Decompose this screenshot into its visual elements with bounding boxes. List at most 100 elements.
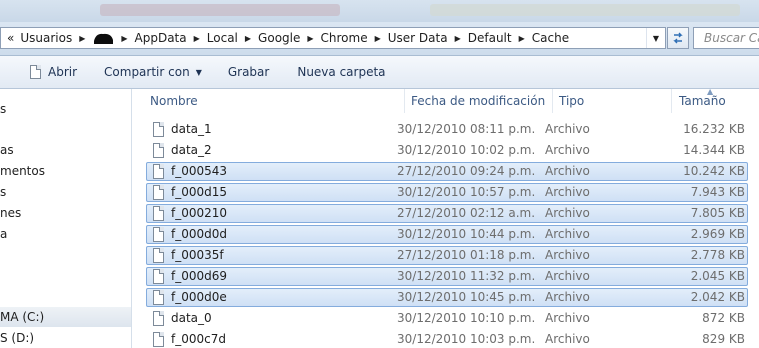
breadcrumb-chrome[interactable]: Chrome — [318, 28, 371, 48]
search-input[interactable]: Buscar Cac — [693, 27, 759, 49]
chevron-right-icon[interactable]: ▶ — [303, 34, 317, 43]
file-type: Archivo — [545, 248, 590, 262]
file-modified: 30/12/2010 10:02 p.m. — [397, 143, 536, 157]
new-folder-button[interactable]: Nueva carpeta — [291, 60, 391, 84]
breadcrumb-redacted-user[interactable] — [89, 28, 117, 48]
file-icon — [153, 122, 164, 137]
chevron-right-icon[interactable]: ▶ — [451, 34, 465, 43]
nav-item[interactable]: a — [0, 224, 7, 244]
breadcrumb-usuarios[interactable]: Usuarios — [17, 28, 75, 48]
chevron-right-icon[interactable]: ▶ — [75, 34, 89, 43]
file-modified: 30/12/2010 10:10 p.m. — [397, 311, 536, 325]
column-divider[interactable] — [671, 89, 672, 113]
burn-button[interactable]: Grabar — [222, 60, 276, 84]
column-header-size[interactable]: Tamaño — [679, 89, 726, 113]
file-row[interactable]: f_000210 27/12/2010 02:12 a.m. Archivo 7.80… — [146, 204, 748, 223]
file-row[interactable]: f_000d69 30/12/2010 11:32 p.m. Archivo 2.04… — [146, 267, 748, 286]
file-row[interactable]: f_000d15 30/12/2010 10:57 p.m. Archivo 7.94… — [146, 183, 748, 202]
document-icon — [30, 65, 41, 79]
nav-item[interactable]: s — [0, 182, 6, 202]
file-modified: 30/12/2010 08:11 p.m. — [397, 122, 536, 136]
file-icon — [153, 143, 164, 158]
file-type: Archivo — [545, 311, 590, 325]
burn-label: Grabar — [227, 65, 270, 79]
file-name: data_1 — [171, 122, 212, 136]
column-header-name[interactable]: Nombre — [150, 89, 198, 113]
chevron-down-icon: ▼ — [652, 33, 660, 43]
file-size: 2.045 KB — [690, 269, 745, 283]
file-modified: 27/12/2010 09:24 p.m. — [397, 164, 536, 178]
nav-item-drive-c[interactable]: MA (C:) — [0, 307, 131, 327]
file-size: 2.042 KB — [690, 290, 745, 304]
share-label: Compartir con — [104, 65, 190, 79]
file-type: Archivo — [545, 290, 590, 304]
breadcrumb-appdata[interactable]: AppData — [132, 28, 190, 48]
nav-item[interactable]: mentos — [0, 161, 45, 181]
column-header-type[interactable]: Tipo — [559, 89, 584, 113]
file-size: 872 KB — [702, 311, 745, 325]
file-list: Nombre Fecha de modificación Tipo Tamaño… — [132, 89, 759, 348]
file-row[interactable]: f_000c7d 30/12/2010 10:03 p.m. Archivo 829 … — [146, 330, 748, 348]
breadcrumb-cache[interactable]: Cache — [529, 28, 572, 48]
file-size: 829 KB — [702, 332, 745, 346]
open-label: Abrir — [48, 65, 78, 79]
address-bar[interactable]: « Usuarios ▶ ▶ AppData ▶ Local ▶ Google … — [0, 27, 666, 49]
file-row[interactable]: data_2 30/12/2010 10:02 p.m. Archivo 14.344… — [146, 141, 748, 160]
file-icon — [153, 311, 164, 326]
chevron-down-icon: ▼ — [195, 67, 202, 77]
file-row[interactable]: data_1 30/12/2010 08:11 p.m. Archivo 16.232… — [146, 120, 748, 139]
file-modified: 30/12/2010 10:44 p.m. — [397, 227, 536, 241]
file-name: f_000d0d — [171, 227, 227, 241]
file-type: Archivo — [545, 185, 590, 199]
breadcrumb-default[interactable]: Default — [465, 28, 515, 48]
file-row[interactable]: f_000543 27/12/2010 09:24 p.m. Archivo 10.2… — [146, 162, 748, 181]
window-title-strip — [0, 0, 759, 22]
chevron-right-icon[interactable]: ▶ — [117, 34, 131, 43]
file-name: f_000210 — [171, 206, 228, 220]
share-with-button[interactable]: Compartir con ▼ — [98, 60, 208, 84]
file-row[interactable]: f_000d0e 30/12/2010 10:45 p.m. Archivo 2.04… — [146, 288, 748, 307]
nav-item[interactable]: nes — [0, 203, 21, 223]
file-icon — [153, 248, 164, 263]
file-name: f_00035f — [171, 248, 224, 262]
file-type: Archivo — [545, 227, 590, 241]
sort-ascending-icon: ▲ — [707, 89, 714, 96]
file-type: Archivo — [545, 332, 590, 346]
overflow-button[interactable]: « — [1, 28, 17, 48]
chevron-right-icon[interactable]: ▶ — [241, 34, 255, 43]
chevron-right-icon[interactable]: ▶ — [190, 34, 204, 43]
breadcrumb-user-data[interactable]: User Data — [385, 28, 451, 48]
chevron-right-icon[interactable]: ▶ — [371, 34, 385, 43]
address-history-dropdown[interactable]: ▼ — [646, 28, 665, 48]
breadcrumb-google[interactable]: Google — [255, 28, 303, 48]
new-folder-label: Nueva carpeta — [297, 65, 386, 79]
refresh-icon — [673, 32, 683, 44]
file-size: 7.805 KB — [690, 206, 745, 220]
file-row[interactable]: f_000d0d 30/12/2010 10:44 p.m. Archivo 2.96… — [146, 225, 748, 244]
column-divider[interactable] — [404, 89, 405, 113]
chevron-right-icon[interactable]: ▶ — [515, 34, 529, 43]
file-modified: 27/12/2010 02:12 a.m. — [397, 206, 536, 220]
file-name: f_000c7d — [171, 332, 226, 346]
file-name: data_0 — [171, 311, 212, 325]
file-name: data_2 — [171, 143, 212, 157]
file-name: f_000543 — [171, 164, 228, 178]
file-modified: 30/12/2010 10:45 p.m. — [397, 290, 536, 304]
file-icon — [153, 290, 164, 305]
blurred-tab — [100, 4, 340, 16]
column-header-modified[interactable]: Fecha de modificación — [411, 89, 545, 113]
refresh-button[interactable] — [667, 27, 689, 49]
file-size: 2.778 KB — [690, 248, 745, 262]
file-icon — [153, 269, 164, 284]
file-row[interactable]: data_0 30/12/2010 10:10 p.m. Archivo 872 KB — [146, 309, 748, 328]
file-row[interactable]: f_00035f 27/12/2010 01:18 p.m. Archivo 2.77… — [146, 246, 748, 265]
file-modified: 27/12/2010 01:18 p.m. — [397, 248, 536, 262]
nav-item[interactable]: as — [0, 140, 14, 160]
nav-item[interactable]: s — [0, 99, 6, 119]
open-button[interactable]: Abrir — [24, 60, 83, 84]
column-divider[interactable] — [552, 89, 553, 113]
breadcrumb-local[interactable]: Local — [204, 28, 241, 48]
nav-item-drive-d[interactable]: S (D:) — [0, 328, 34, 348]
file-type: Archivo — [545, 269, 590, 283]
redacted-scribble-icon — [94, 33, 114, 44]
